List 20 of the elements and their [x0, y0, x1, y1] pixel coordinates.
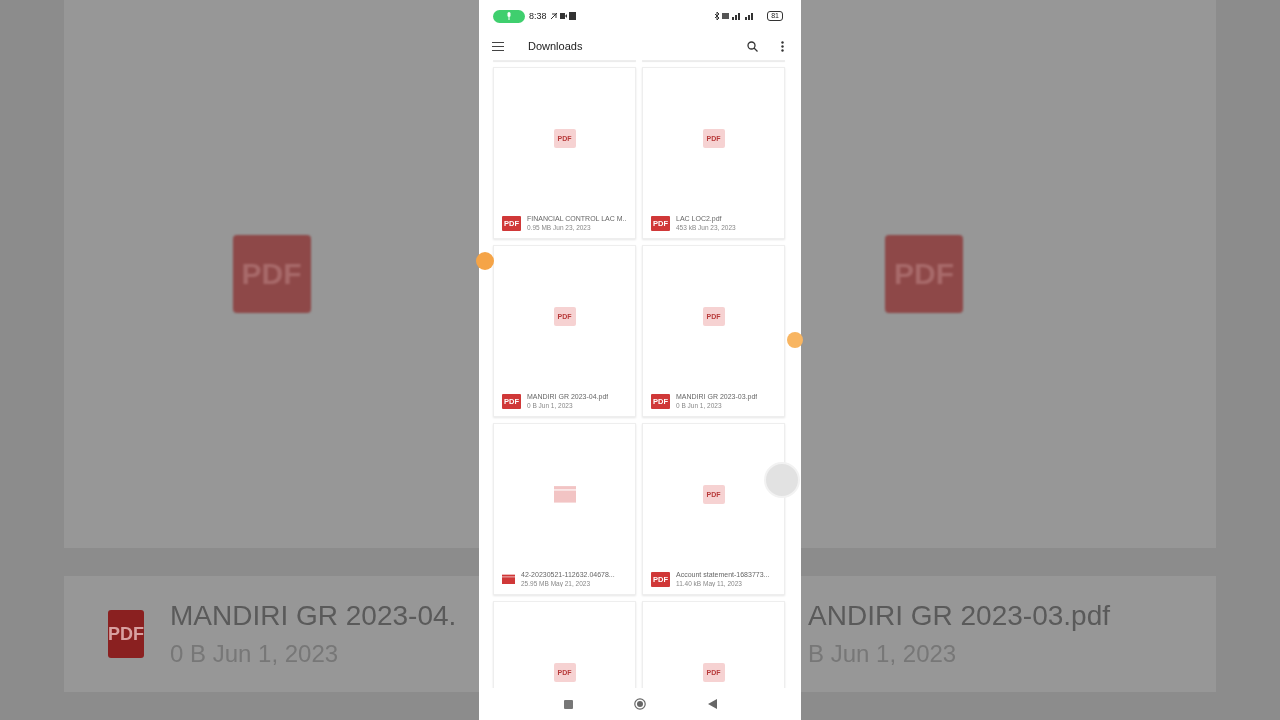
microphone-icon [506, 12, 512, 20]
search-icon [746, 40, 758, 52]
home-button[interactable] [634, 698, 646, 710]
clapperboard-icon [553, 485, 576, 503]
menu-button[interactable] [491, 39, 505, 53]
menu-icon [492, 41, 504, 51]
more-options-icon [780, 40, 784, 52]
home-icon [634, 698, 646, 710]
file-name: ANDIRI GR 2023-03.pdf [808, 600, 1110, 632]
app-title: Downloads [528, 40, 584, 52]
search-button[interactable] [745, 39, 759, 53]
clapperboard-icon [502, 573, 515, 585]
back-button[interactable] [706, 698, 718, 710]
recents-button[interactable] [562, 698, 574, 710]
back-icon [707, 699, 717, 709]
clock: 8:38 [529, 11, 547, 21]
pdf-file-icon: PDF [108, 610, 144, 658]
square-icon [563, 699, 573, 709]
status-icons [549, 12, 576, 20]
file-name: MANDIRI GR 2023-04. [170, 600, 457, 632]
